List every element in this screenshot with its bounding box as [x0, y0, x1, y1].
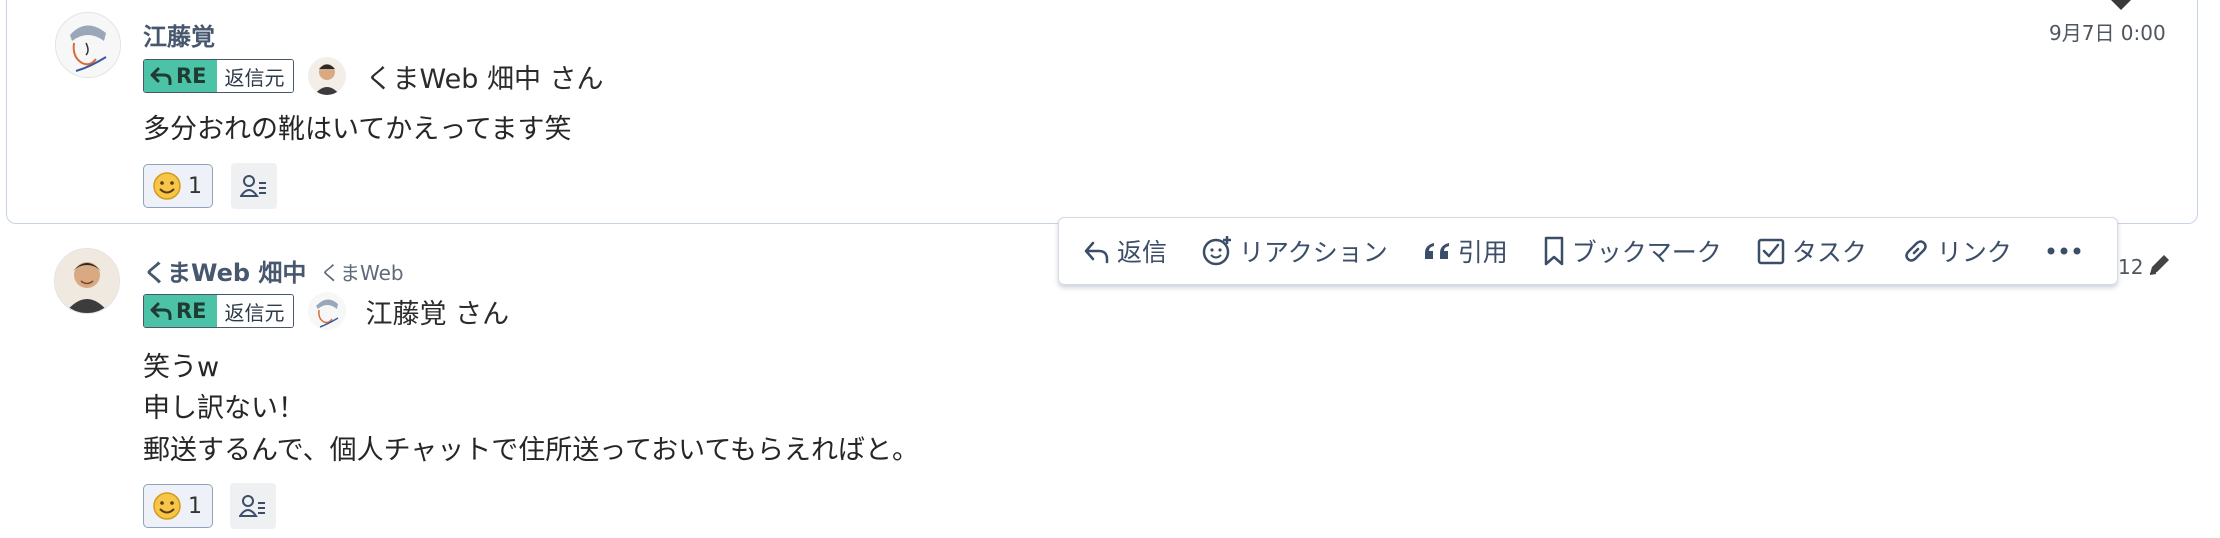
- reply-to-avatar: [307, 292, 346, 330]
- reaction-count: 1: [188, 493, 202, 519]
- link-icon: [1905, 240, 1927, 262]
- reply-source-label: 返信元: [216, 295, 293, 327]
- sender-name[interactable]: くまWeb 畑中: [143, 253, 306, 288]
- reply-to-name[interactable]: 江藤覚 さん: [366, 292, 510, 331]
- avatar[interactable]: [55, 12, 121, 78]
- smile-emoji-icon: [153, 172, 181, 200]
- pointer-marker: [2105, 0, 2137, 10]
- more-actions-button[interactable]: [2046, 246, 2082, 256]
- re-tag: RE: [144, 295, 217, 327]
- re-tag: RE: [144, 60, 217, 92]
- organization-name: くまWeb: [320, 261, 404, 285]
- reply-arrow-icon: [150, 302, 172, 320]
- link-action[interactable]: リンク: [1901, 233, 2012, 269]
- user-list-icon: [240, 175, 266, 197]
- sender-name[interactable]: 江藤覚: [143, 17, 215, 52]
- reply-badge[interactable]: RE 返信元: [143, 59, 294, 93]
- message-body-line: 郵送するんで、個人チャットで住所送っておいてもらえればと。: [143, 435, 919, 466]
- reply-action-label: 返信: [1117, 238, 1168, 267]
- reply-icon: [1084, 241, 1109, 264]
- reaction-count: 1: [188, 173, 202, 199]
- timestamp-partial[interactable]: 12: [2118, 255, 2143, 279]
- reply-to-avatar: [307, 57, 346, 95]
- message-action-toolbar: 返信 リアクション 引用 ブックマーク タスク リンク: [1058, 217, 2118, 285]
- reply-info: RE 返信元 くまWeb 畑中 さん: [143, 57, 604, 96]
- reply-badge[interactable]: RE 返信元: [143, 294, 294, 328]
- read-users-button[interactable]: [230, 483, 276, 529]
- user-list-icon: [239, 495, 265, 517]
- read-users-button[interactable]: [231, 163, 277, 209]
- message-body-line: 申し訳ない！: [143, 393, 305, 424]
- reaction-button[interactable]: 1: [143, 484, 213, 528]
- message-item: 江藤覚 9月7日 0:00 RE 返信元 くまWeb 畑中 さん 多分おれの靴は…: [6, 0, 2198, 224]
- reply-to-name[interactable]: くまWeb 畑中 さん: [366, 57, 604, 96]
- message-body-line: 笑うw: [143, 352, 220, 383]
- smile-emoji-icon: [153, 492, 181, 520]
- reply-action[interactable]: 返信: [1083, 233, 1167, 269]
- re-label: RE: [176, 299, 207, 323]
- quote-action[interactable]: 引用: [1422, 233, 1508, 269]
- more-dots-icon: [2047, 247, 2081, 255]
- edited-pencil-icon: [2149, 255, 2169, 275]
- avatar[interactable]: [54, 248, 120, 314]
- reaction-action-label: リアクション: [1239, 238, 1388, 267]
- task-action[interactable]: タスク: [1756, 233, 1867, 269]
- task-checkbox-icon: [1757, 238, 1785, 265]
- message-body-line: 多分おれの靴はいてかえってます笑: [143, 114, 572, 145]
- quote-icon: [1424, 243, 1449, 259]
- bookmark-icon: [1544, 236, 1564, 266]
- reply-info: RE 返信元 江藤覚 さん: [143, 292, 510, 331]
- add-reaction-icon: [1202, 236, 1232, 266]
- reply-source-label: 返信元: [216, 60, 293, 92]
- bookmark-action[interactable]: ブックマーク: [1542, 233, 1722, 269]
- timestamp[interactable]: 9月7日 0:00: [2049, 17, 2166, 46]
- quote-action-label: 引用: [1457, 238, 1508, 267]
- link-action-label: リンク: [1936, 238, 2012, 267]
- reaction-button[interactable]: 1: [143, 164, 213, 208]
- bookmark-action-label: ブックマーク: [1571, 238, 1722, 267]
- task-action-label: タスク: [1791, 238, 1867, 267]
- reaction-action[interactable]: リアクション: [1201, 233, 1388, 269]
- re-label: RE: [176, 64, 207, 88]
- reply-arrow-icon: [150, 67, 172, 85]
